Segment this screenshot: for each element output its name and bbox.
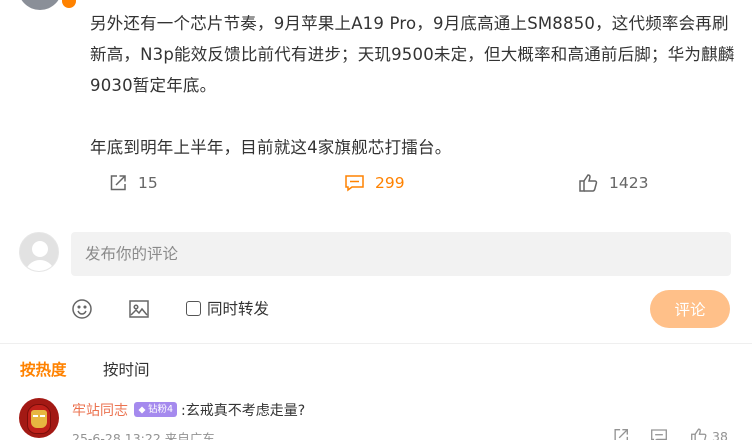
comment-icon: [651, 429, 667, 440]
image-icon: [129, 300, 149, 318]
current-user-avatar: [19, 232, 59, 272]
sort-by-time-tab[interactable]: 按时间: [103, 358, 150, 380]
emoji-button[interactable]: [70, 297, 94, 321]
post-text: 另外还有一个芯片节奏，9月苹果上A19 Pro，9月底高通上SM8850，这代频…: [90, 8, 738, 163]
comment-forward-button[interactable]: [612, 426, 630, 440]
fan-badge-label: 钻粉4: [148, 404, 174, 415]
image-upload-button[interactable]: [127, 297, 151, 321]
comment-input[interactable]: [71, 232, 731, 276]
forward-icon: [110, 175, 126, 191]
post-paragraph: 年底到明年上半年，目前就这4家旗舰芯打擂台。: [90, 138, 452, 157]
comment-count: 299: [375, 174, 405, 192]
diamond-icon: [138, 406, 146, 413]
divider: [0, 343, 752, 344]
commenter-username[interactable]: 牢站同志: [72, 400, 128, 420]
repost-checkbox[interactable]: 同时转发: [186, 297, 269, 319]
fan-badge: 钻粉4: [134, 402, 178, 417]
forward-count: 15: [138, 174, 158, 192]
forward-icon: [614, 429, 628, 440]
repost-label: 同时转发: [207, 300, 270, 318]
submit-comment-button[interactable]: 评论: [650, 290, 730, 328]
comment-meta: 25-6-28 13:22 来自广东: [72, 431, 215, 440]
thumbs-up-icon: [691, 428, 707, 440]
comment-text: :玄戒真不考虑走量?: [181, 403, 306, 419]
comment-button[interactable]: 299: [344, 170, 405, 196]
emoji-icon: [72, 299, 92, 319]
verified-badge-icon: [62, 0, 76, 8]
like-count: 1423: [609, 174, 649, 192]
forward-button[interactable]: 15: [108, 170, 158, 196]
sort-by-hot-tab[interactable]: 按热度: [20, 358, 67, 380]
post-action-bar: 15 299 1423: [0, 170, 752, 196]
checkbox-box[interactable]: [186, 300, 201, 316]
comment-like-button[interactable]: 38: [690, 426, 728, 440]
commenter-avatar[interactable]: [19, 398, 59, 438]
comment-icon: [345, 175, 364, 192]
comment-reply-button[interactable]: [650, 426, 668, 440]
like-button[interactable]: 1423: [578, 170, 648, 196]
post-author-avatar[interactable]: [18, 0, 62, 10]
comment-like-count: 38: [712, 428, 728, 440]
thumbs-up-icon: [579, 174, 598, 192]
post-paragraph: 另外还有一个芯片节奏，9月苹果上A19 Pro，9月底高通上SM8850，这代频…: [90, 14, 735, 95]
